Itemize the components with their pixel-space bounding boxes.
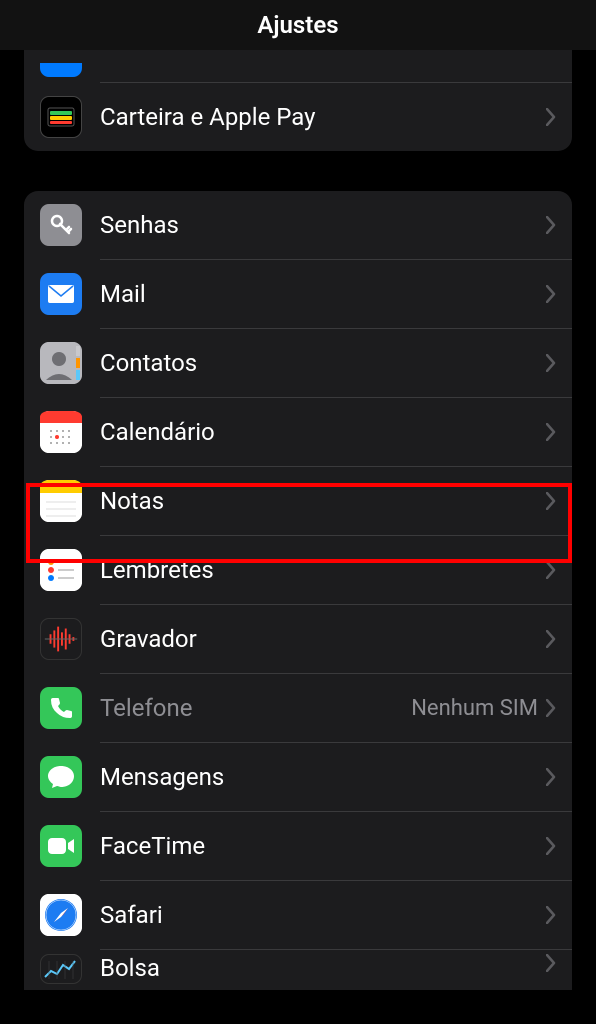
settings-row-wallet[interactable]: Carteira e Apple Pay xyxy=(24,83,572,151)
settings-section-1: Carteira e Apple Pay xyxy=(24,50,572,151)
mail-icon xyxy=(40,273,82,315)
chevron-right-icon xyxy=(546,630,556,648)
settings-row-passwords[interactable]: Senhas xyxy=(24,191,572,259)
stocks-icon xyxy=(40,954,82,984)
row-value: Nenhum SIM xyxy=(411,696,538,721)
chevron-right-icon xyxy=(546,354,556,372)
app-icon xyxy=(40,63,82,77)
row-label: Notas xyxy=(100,487,546,515)
key-icon xyxy=(40,204,82,246)
row-label: Contatos xyxy=(100,349,546,377)
chevron-right-icon xyxy=(546,492,556,510)
settings-row-partial[interactable] xyxy=(24,58,572,82)
chevron-right-icon xyxy=(546,954,556,972)
row-label: Telefone xyxy=(100,694,411,722)
calendar-icon xyxy=(40,411,82,453)
row-label: Mensagens xyxy=(100,763,546,791)
row-label: Carteira e Apple Pay xyxy=(100,103,546,131)
row-label: Calendário xyxy=(100,418,546,446)
phone-icon xyxy=(40,687,82,729)
chevron-right-icon xyxy=(546,423,556,441)
settings-row-facetime[interactable]: FaceTime xyxy=(24,812,572,880)
page-title: Ajustes xyxy=(257,11,338,39)
chevron-right-icon xyxy=(546,561,556,579)
reminders-icon xyxy=(40,549,82,591)
row-label: Lembretes xyxy=(100,556,546,584)
wallet-icon xyxy=(40,96,82,138)
contacts-icon xyxy=(40,342,82,384)
row-label: Gravador xyxy=(100,625,546,653)
safari-icon xyxy=(40,894,82,936)
settings-section-2: Senhas Mail xyxy=(24,191,572,990)
settings-row-notes[interactable]: Notas xyxy=(24,467,572,535)
settings-row-messages[interactable]: Mensagens xyxy=(24,743,572,811)
voicememos-icon xyxy=(40,618,82,660)
notes-icon xyxy=(40,480,82,522)
settings-row-reminders[interactable]: Lembretes xyxy=(24,536,572,604)
settings-row-contacts[interactable]: Contatos xyxy=(24,329,572,397)
chevron-right-icon xyxy=(546,285,556,303)
settings-row-calendar[interactable]: Calendário xyxy=(24,398,572,466)
chevron-right-icon xyxy=(546,699,556,717)
row-label: FaceTime xyxy=(100,832,546,860)
settings-content: Carteira e Apple Pay Senhas xyxy=(0,50,596,990)
chevron-right-icon xyxy=(546,906,556,924)
settings-row-phone[interactable]: Telefone Nenhum SIM xyxy=(24,674,572,742)
row-label: Safari xyxy=(100,901,546,929)
row-label: Bolsa xyxy=(100,954,546,982)
chevron-right-icon xyxy=(546,108,556,126)
chevron-right-icon xyxy=(546,216,556,234)
messages-icon xyxy=(40,756,82,798)
settings-row-stocks[interactable]: Bolsa xyxy=(24,950,572,990)
facetime-icon xyxy=(40,825,82,867)
chevron-right-icon xyxy=(546,768,556,786)
settings-row-voicememos[interactable]: Gravador xyxy=(24,605,572,673)
row-label: Mail xyxy=(100,280,546,308)
row-label: Senhas xyxy=(100,211,546,239)
header: Ajustes xyxy=(0,0,596,50)
chevron-right-icon xyxy=(546,837,556,855)
settings-row-safari[interactable]: Safari xyxy=(24,881,572,949)
settings-row-mail[interactable]: Mail xyxy=(24,260,572,328)
